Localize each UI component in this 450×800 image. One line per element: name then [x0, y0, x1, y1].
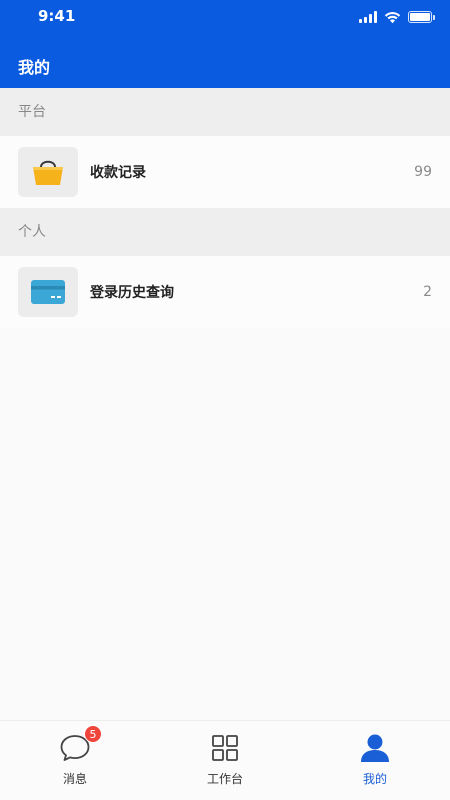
shopping-bag-icon [33, 160, 63, 185]
user-icon [361, 734, 389, 762]
row-icon-box [18, 267, 78, 317]
status-icons [359, 9, 435, 25]
row-icon-box [18, 147, 78, 197]
card-icon [31, 280, 65, 304]
list-item-payment-records[interactable]: 收款记录 99 [0, 136, 450, 208]
section-header-platform: 平台 [0, 88, 450, 136]
header: 9:41 我的 [0, 0, 450, 88]
screen: 9:41 我的 平台 收款记录 99 个人 登录历史查询 2 5 消息 工作台 … [0, 0, 450, 800]
tab-icon-wrapper [208, 731, 242, 765]
tab-label: 工作台 [206, 772, 243, 786]
page-title: 我的 [18, 58, 51, 77]
tab-label: 消息 [62, 772, 87, 786]
tab-label: 我的 [362, 772, 387, 786]
tab-bar: 5 消息 工作台 我的 [0, 720, 450, 800]
signal-icon [359, 11, 377, 23]
tab-mine[interactable]: 我的 [300, 721, 450, 800]
tab-messages[interactable]: 5 消息 [0, 721, 150, 800]
unread-badge: 5 [84, 725, 102, 743]
row-label: 登录历史查询 [90, 285, 174, 301]
row-count: 2 [423, 284, 432, 300]
wifi-icon [384, 11, 401, 23]
status-time: 9:41 [38, 7, 76, 25]
row-label: 收款记录 [90, 165, 146, 181]
status-bar: 9:41 [0, 0, 450, 32]
tab-workbench[interactable]: 工作台 [150, 721, 300, 800]
grid-icon [212, 735, 238, 761]
list-item-login-history[interactable]: 登录历史查询 2 [0, 256, 450, 328]
row-count: 99 [414, 164, 432, 180]
battery-icon [408, 11, 435, 23]
tab-icon-wrapper [358, 731, 392, 765]
section-header-personal: 个人 [0, 208, 450, 256]
tab-icon-wrapper: 5 [58, 725, 102, 765]
